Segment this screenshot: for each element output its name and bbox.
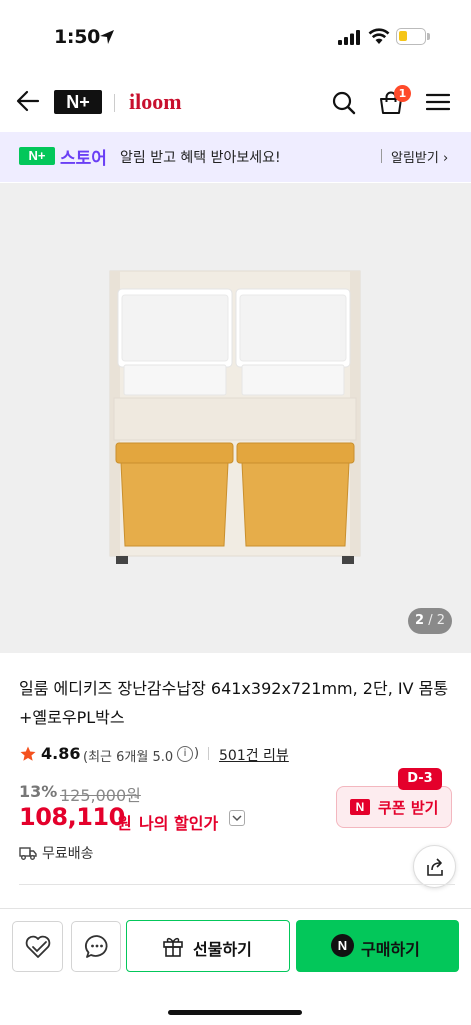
price-currency: 원 <box>117 814 132 833</box>
chevron-down-icon <box>232 815 242 822</box>
store-message: 알림 받고 혜택 받아보세요! <box>120 150 281 166</box>
location-arrow-icon <box>100 30 114 44</box>
coupon-icon: N <box>350 799 370 815</box>
info-icon[interactable]: i <box>177 746 193 762</box>
rating-recent-close: ) <box>194 746 200 761</box>
review-divider <box>208 747 209 760</box>
content-divider <box>19 884 455 885</box>
store-logo-text: N+ <box>28 148 46 163</box>
battery-tip <box>427 33 430 40</box>
product-image <box>109 270 361 564</box>
heart-check-icon <box>25 935 51 958</box>
status-time: 1:50 <box>54 26 101 48</box>
top-navigation: N+ iloom 1 <box>0 72 471 133</box>
store-notification-banner[interactable]: N+ 스토어 알림 받고 혜택 받아보세요! 알림받기 › <box>0 132 471 182</box>
chat-icon <box>84 935 108 958</box>
star-icon <box>20 746 36 761</box>
gift-icon <box>163 937 183 957</box>
rating-recent: (최근 6개월 5.0 <box>83 750 174 765</box>
discount-rate: 13% <box>19 782 58 801</box>
battery-icon <box>396 28 426 45</box>
image-counter-current: 2 <box>415 613 425 628</box>
coupon-label: 쿠폰 받기 <box>378 799 439 817</box>
naver-plus-logo[interactable]: N+ <box>54 90 102 114</box>
back-arrow-icon[interactable] <box>16 90 40 112</box>
signal-icon <box>338 30 360 45</box>
sale-price: 108,110 <box>19 803 125 831</box>
notification-subscribe-link[interactable]: 알림받기 › <box>391 147 448 166</box>
image-counter-total: / 2 <box>428 613 445 628</box>
product-image-gallery[interactable]: 2 / 2 <box>0 183 471 653</box>
status-bar: 1:50 <box>0 0 471 72</box>
menu-icon[interactable] <box>426 93 450 111</box>
chat-button[interactable] <box>71 921 121 972</box>
header-divider <box>114 94 115 112</box>
truck-icon <box>19 847 37 860</box>
platform-logo-text: N+ <box>66 92 90 112</box>
cart-count-badge: 1 <box>394 85 411 102</box>
brand-logo[interactable]: iloom <box>129 89 182 115</box>
price-detail-toggle[interactable] <box>229 810 245 826</box>
gift-button-label: 선물하기 <box>193 940 252 959</box>
review-count-link[interactable]: 501건 리뷰 <box>219 745 289 765</box>
wishlist-button[interactable] <box>12 921 63 972</box>
rating-score: 4.86 <box>41 744 81 763</box>
store-banner-divider <box>381 149 382 163</box>
store-logo: N+ <box>19 147 55 165</box>
naver-pay-icon: N <box>331 934 354 957</box>
home-indicator <box>168 1010 302 1015</box>
image-counter: 2 / 2 <box>408 608 452 634</box>
share-button[interactable] <box>413 845 456 888</box>
store-name: 스토어 <box>60 149 107 169</box>
wifi-icon <box>368 28 390 44</box>
coupon-deadline-badge: D-3 <box>398 768 442 790</box>
share-icon <box>427 858 443 876</box>
buy-button-label: 구매하기 <box>361 940 420 959</box>
my-discount-price-label[interactable]: 나의 할인가 <box>139 810 218 834</box>
shipping-info: 무료배송 <box>42 846 94 862</box>
search-icon[interactable] <box>332 91 356 115</box>
product-title: 일룸 에디키즈 장난감수납장 641x392x721mm, 2단, IV 몸통+… <box>19 679 449 727</box>
